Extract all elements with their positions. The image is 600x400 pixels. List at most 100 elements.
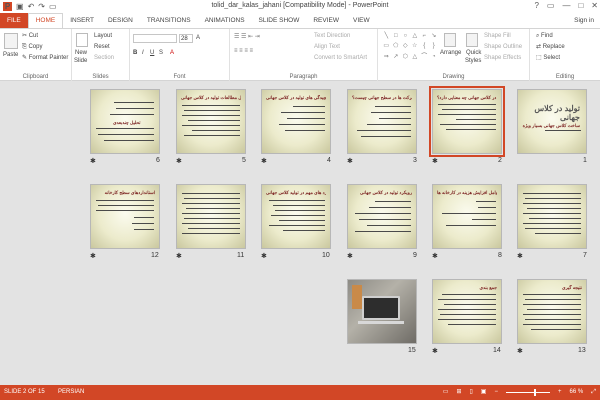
- slide-thumbnail-7[interactable]: [517, 184, 587, 249]
- copy-button[interactable]: ⎘ Copy: [22, 43, 42, 51]
- font-color-icon[interactable]: A: [170, 49, 174, 57]
- slide-thumbnail-4[interactable]: تفاوت ها و پیچیدگی های تولید در کلاس جها…: [261, 89, 331, 154]
- strikethrough-button[interactable]: S: [159, 49, 163, 57]
- shape-effects-button[interactable]: Shape Effects: [484, 54, 521, 62]
- slide-thumbnail-9[interactable]: رویکرد تولید در کلاس جهانی: [347, 184, 417, 249]
- alignment-icons[interactable]: ≡ ≡ ≡ ≡: [234, 47, 253, 55]
- maximize-icon[interactable]: □: [578, 1, 583, 10]
- text-line: [438, 114, 496, 116]
- animation-star-icon[interactable]: ✱: [347, 252, 353, 260]
- layout-button[interactable]: Layout: [94, 32, 112, 40]
- animation-star-icon[interactable]: ✱: [347, 157, 353, 165]
- animation-star-icon[interactable]: ✱: [432, 157, 438, 165]
- align-text-button[interactable]: Align Text: [314, 43, 340, 51]
- shape-outline-button[interactable]: Shape Outline: [484, 43, 522, 51]
- slide-thumbnail-2[interactable]: تولید در کلاس جهانی چه معنایی دارد؟: [429, 86, 505, 157]
- convert-smartart-button[interactable]: Convert to SmartArt: [314, 54, 367, 62]
- normal-view-icon[interactable]: ▭: [443, 385, 449, 400]
- tab-animations[interactable]: ANIMATIONS: [198, 13, 252, 28]
- paste-button[interactable]: Paste: [3, 51, 18, 59]
- slide-thumbnail-10[interactable]: رویکرد های مهم در تولید کلاس جهانی: [261, 184, 331, 249]
- text-line: [527, 309, 581, 311]
- minimize-icon[interactable]: —: [562, 1, 570, 10]
- editing-group: ⌕ Find ⇄ Replace ⬚ Select Editing: [530, 29, 600, 81]
- text-line: [438, 319, 496, 321]
- animation-star-icon[interactable]: ✱: [90, 157, 96, 165]
- animation-star-icon[interactable]: ✱: [176, 157, 182, 165]
- replace-button[interactable]: ⇄ Replace: [536, 43, 565, 51]
- zoom-in-icon[interactable]: +: [558, 385, 562, 400]
- arrange-icon[interactable]: [444, 33, 456, 47]
- tab-insert[interactable]: INSERT: [63, 13, 101, 28]
- animation-star-icon[interactable]: ✱: [432, 252, 438, 260]
- slide-thumbnail-3[interactable]: رویکرد شرکت ها در سطح جهانی چیست؟: [347, 89, 417, 154]
- tab-file[interactable]: FILE: [0, 13, 28, 28]
- animation-star-icon[interactable]: ✱: [261, 157, 267, 165]
- slide-thumbnail-12[interactable]: استانداردهای سطح کارخانه: [90, 184, 160, 249]
- slide-thumbnail-6[interactable]: تحلیل چندبعدی: [90, 89, 160, 154]
- slide-thumbnail-5[interactable]: ادامه تحلیل مطالعات تولید در کلاس جهانی: [176, 89, 246, 154]
- close-icon[interactable]: ✕: [591, 1, 598, 10]
- animation-star-icon[interactable]: ✱: [432, 347, 438, 355]
- animation-star-icon[interactable]: ✱: [261, 252, 267, 260]
- slide-thumbnail-11[interactable]: [176, 184, 246, 249]
- cut-button[interactable]: ✂ Cut: [22, 32, 38, 40]
- text-line: [361, 136, 411, 138]
- slide-thumbnail-1[interactable]: تولید در کلاس جهانی ساخت کلاس جهانی بسیا…: [517, 89, 587, 154]
- font-size-select[interactable]: 28: [179, 34, 193, 43]
- ribbon-display-icon[interactable]: ▭: [547, 1, 555, 10]
- tab-review[interactable]: REVIEW: [306, 13, 346, 28]
- zoom-slider[interactable]: [505, 389, 550, 396]
- animation-star-icon[interactable]: ✱: [517, 347, 523, 355]
- shape-fill-button[interactable]: Shape Fill: [484, 32, 511, 40]
- slide-thumbnail-15[interactable]: [347, 279, 417, 344]
- find-button[interactable]: ⌕ Find: [536, 32, 553, 40]
- zoom-slider-knob[interactable]: [533, 389, 536, 396]
- shapes-gallery[interactable]: ╲ □ ○ △ ⌐ ↘ ▭ ⬠ ◇ ☆{} ⇒ ↗ ⬡ △ ⌒ ◔: [382, 32, 438, 62]
- paste-icon[interactable]: [4, 33, 18, 49]
- tab-design[interactable]: DESIGN: [101, 13, 140, 28]
- slideshow-view-icon[interactable]: ▣: [481, 385, 487, 400]
- zoom-out-icon[interactable]: −: [494, 385, 498, 400]
- slide-thumbnail-13[interactable]: نتیجه گیری: [517, 279, 587, 344]
- quick-styles-button[interactable]: Quick: [466, 49, 481, 57]
- tab-slide-show[interactable]: SLIDE SHOW: [252, 13, 307, 28]
- underline-button[interactable]: U: [150, 49, 154, 57]
- slide-sorter-view-icon[interactable]: ⊞: [456, 385, 461, 400]
- text-line: [182, 115, 240, 117]
- language-indicator[interactable]: PERSIAN: [58, 385, 84, 400]
- new-slide-icon[interactable]: [76, 33, 88, 47]
- help-icon[interactable]: ?: [534, 1, 538, 10]
- quick-styles-button-line2[interactable]: Styles: [465, 57, 481, 65]
- font-name-select[interactable]: [133, 34, 177, 43]
- tab-transitions[interactable]: TRANSITIONS: [140, 13, 198, 28]
- tab-view[interactable]: VIEW: [346, 13, 377, 28]
- tab-home[interactable]: HOME: [27, 13, 64, 28]
- text-line: [182, 105, 240, 107]
- select-button[interactable]: ⬚ Select: [536, 54, 560, 62]
- quick-styles-icon[interactable]: [466, 33, 478, 47]
- text-direction-button[interactable]: Text Direction: [314, 32, 350, 40]
- reading-view-icon[interactable]: ▯: [469, 385, 472, 400]
- section-button[interactable]: Section: [94, 54, 114, 62]
- format-painter-button[interactable]: ✎ Format Painter: [22, 54, 68, 62]
- grow-font-button[interactable]: A: [196, 34, 200, 42]
- animation-star-icon[interactable]: ✱: [176, 252, 182, 260]
- fit-to-window-icon[interactable]: ⤢: [591, 385, 596, 400]
- italic-button[interactable]: I: [142, 49, 144, 57]
- animation-star-icon[interactable]: ✱: [517, 252, 523, 260]
- animation-star-icon[interactable]: ✱: [90, 252, 96, 260]
- slide-thumbnail-8[interactable]: عوامل افزایش هزینه در کارخانه ها: [432, 184, 502, 249]
- zoom-percentage[interactable]: 66 %: [570, 385, 584, 400]
- reset-button[interactable]: Reset: [94, 43, 110, 51]
- text-line: [442, 213, 496, 215]
- new-slide-button-line2[interactable]: Slide: [74, 57, 87, 65]
- slide-1-title: تولید در کلاس جهانی: [534, 104, 580, 122]
- new-slide-button[interactable]: New: [75, 49, 87, 57]
- bold-button[interactable]: B: [133, 49, 137, 57]
- arrange-button[interactable]: Arrange: [440, 49, 461, 57]
- text-line: [438, 309, 496, 311]
- slide-thumbnail-14[interactable]: جمع بندی: [432, 279, 502, 344]
- bullets-icon[interactable]: ☰ ☰ ⇤ ⇥: [234, 33, 260, 41]
- sign-in-link[interactable]: Sign in: [574, 13, 594, 28]
